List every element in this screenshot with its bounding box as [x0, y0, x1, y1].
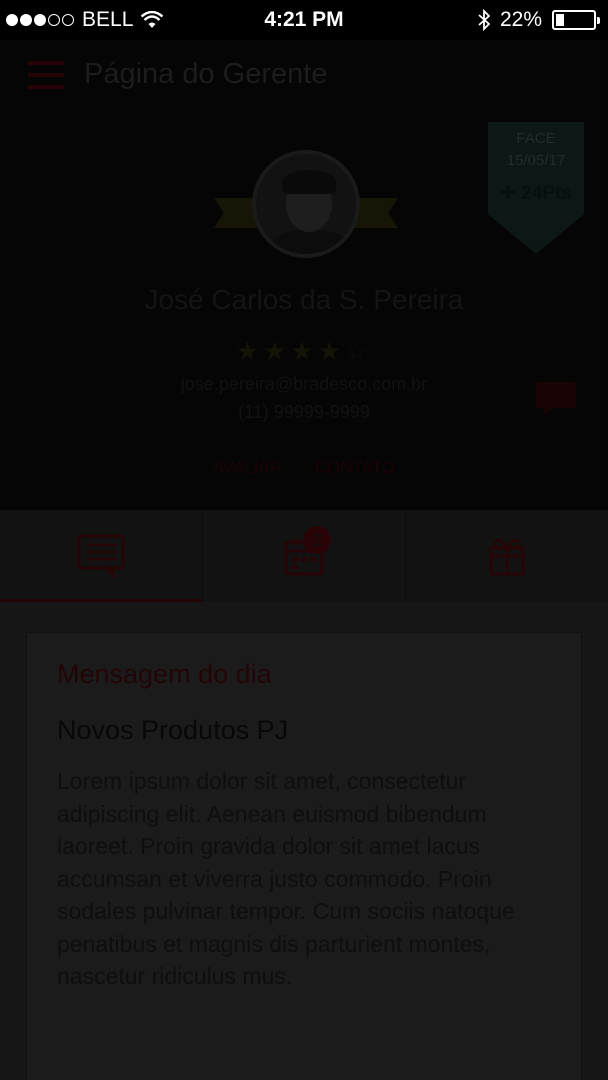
star-filled-icon: ★ — [235, 336, 264, 366]
avatar — [252, 150, 360, 258]
battery-percent: 22% — [499, 8, 542, 31]
star-filled-icon: ★ — [317, 336, 345, 366]
carrier-name: BELL — [82, 8, 134, 31]
signal-strength-icon — [6, 14, 74, 26]
tab-gifts[interactable] — [405, 510, 608, 602]
star-filled-icon: ★ — [263, 336, 291, 366]
manager-badge — [214, 150, 398, 260]
ribbon-label: FACE — [516, 130, 556, 147]
gift-icon — [489, 538, 525, 576]
manager-phone[interactable]: (11) 99999-9999 — [0, 402, 608, 423]
card-heading: Mensagem do dia — [57, 659, 272, 689]
header-actions: AVALIAR CONTATO — [0, 458, 608, 478]
content-area: Mensagem do dia Novos Produtos PJ Lorem … — [0, 602, 608, 1080]
ribbon-points: ✚ 24Pts — [500, 183, 572, 204]
star-empty-icon: ☆ — [344, 336, 373, 366]
tab-messages[interactable] — [0, 510, 202, 602]
points-ribbon: FACE 15/05/17 ✚ 24Pts — [488, 122, 584, 254]
menu-icon[interactable] — [28, 60, 64, 89]
star-filled-icon: ★ — [290, 336, 318, 366]
manager-name: José Carlos da S. Pereira — [144, 284, 464, 315]
bluetooth-icon — [478, 9, 490, 31]
page-title: Página do Gerente — [84, 58, 328, 90]
card-body: Lorem ipsum dolor sit amet, consectetur … — [57, 768, 515, 989]
status-bar: BELL 4:21 PM 22% — [0, 0, 608, 40]
manager-header — [0, 40, 608, 510]
contact-link[interactable]: CONTATO — [315, 458, 395, 477]
battery-icon — [552, 10, 600, 30]
ribbon-date: 15/05/17 — [506, 152, 566, 169]
tab-bar: 2 — [0, 510, 608, 602]
evaluate-link[interactable]: AVALIAR — [213, 458, 282, 477]
calendar-badge: 2 — [303, 526, 331, 554]
rating-stars: ★★★★☆ — [0, 336, 608, 367]
message-icon — [77, 534, 125, 578]
chat-icon[interactable] — [534, 380, 578, 416]
message-card: Mensagem do dia Novos Produtos PJ Lorem … — [26, 632, 582, 1080]
manager-email[interactable]: jose.pereira@bradesco.com.br — [0, 374, 608, 395]
tab-calendar[interactable]: 2 — [202, 510, 405, 602]
card-title: Novos Produtos PJ — [57, 715, 289, 745]
wifi-icon — [141, 11, 164, 28]
